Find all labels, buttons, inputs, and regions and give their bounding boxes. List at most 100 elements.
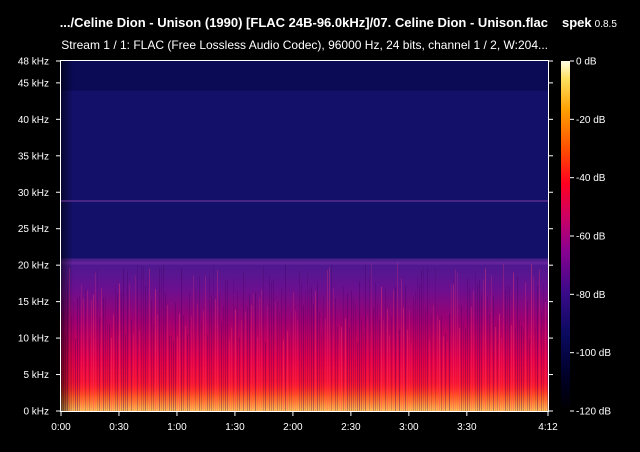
spectral-streak (383, 319, 384, 411)
spectral-streak (137, 263, 138, 411)
spectral-streak (287, 331, 288, 411)
spectral-streak (147, 275, 148, 411)
spectral-streak (157, 314, 158, 411)
spectral-streak (325, 318, 326, 411)
spectral-streak (323, 296, 324, 411)
spectral-streak (299, 271, 300, 411)
colorbar: 0 dB -20 dB -40 dB -60 dB -80 dB -100 dB -120 … (561, 57, 611, 418)
spectral-streak (505, 289, 506, 411)
y-tick-label: 48 kHz (18, 57, 49, 68)
spectral-streak (327, 270, 328, 411)
spectral-streak (163, 263, 164, 411)
spectral-streak (421, 270, 422, 411)
colorbar-tick-label: -40 dB (576, 173, 606, 184)
spectral-streak (239, 337, 240, 411)
spectral-streak (481, 294, 482, 411)
spectral-streak (393, 289, 394, 411)
spectral-streak (109, 324, 110, 411)
spectral-streak (179, 313, 180, 411)
y-tick-label: 45 kHz (18, 78, 49, 89)
spectral-streak (303, 304, 304, 411)
spectral-streak (369, 276, 370, 411)
spectral-streak (461, 305, 462, 411)
x-tick-label: 2:00 (283, 422, 303, 433)
spectral-streak (295, 310, 296, 411)
spectral-streak (367, 315, 368, 411)
spectral-streak (537, 285, 538, 411)
spectral-streak (489, 314, 490, 411)
spectral-streak (487, 295, 488, 411)
y-tick-label: 10 kHz (18, 334, 49, 345)
spectral-streak (349, 326, 350, 411)
spectral-streak (507, 285, 508, 411)
spectral-streak (145, 285, 146, 411)
spectral-streak (329, 267, 330, 411)
y-tick-label: 0 kHz (23, 407, 49, 418)
spectral-streak (395, 287, 396, 411)
spectral-streak (197, 303, 198, 411)
spectral-streak (457, 272, 458, 411)
spectral-streak (285, 261, 286, 411)
colorbar-gradient (561, 61, 570, 411)
spectral-streak (305, 290, 306, 411)
spectral-streak (81, 284, 82, 411)
spectral-streak (483, 279, 484, 411)
spectral-streak (153, 323, 154, 411)
spectral-streak (331, 261, 332, 411)
spectral-streak (497, 321, 498, 411)
spectral-streak (297, 319, 298, 411)
spectral-streak (201, 322, 202, 411)
spectral-streak (397, 261, 398, 411)
spectral-streak (207, 335, 208, 411)
spectral-streak (475, 271, 476, 411)
spectral-streak (453, 284, 454, 411)
spectral-streak (277, 301, 278, 411)
spectral-streak (359, 281, 360, 411)
spectral-streak (119, 283, 120, 411)
spectrogram-chart: 0 kHz 5 kHz 10 kHz 15 kHz 20 kHz 25 kHz 30 kHz… (18, 57, 611, 434)
spectral-streak (95, 272, 96, 411)
spectral-streak (243, 272, 244, 411)
spectral-streak (209, 274, 210, 411)
spectral-streak (267, 305, 268, 411)
spectral-streak (467, 278, 468, 411)
spectral-streak (177, 336, 178, 411)
spectral-streak (255, 292, 256, 411)
spectral-streak (439, 320, 440, 411)
spectral-streak (247, 307, 248, 411)
spectral-streak (159, 267, 160, 411)
spectral-streak (425, 309, 426, 411)
spectral-streak (377, 302, 378, 411)
spectral-streak (171, 336, 172, 411)
spectral-streak (101, 288, 102, 411)
spectral-streak (203, 310, 204, 411)
y-tick-label: 25 kHz (18, 224, 49, 235)
spectral-streak (479, 280, 480, 411)
spectral-streak (231, 327, 232, 411)
spectral-streak (279, 312, 280, 411)
spectral-streak (99, 317, 100, 411)
spectral-streak (185, 325, 186, 411)
spectral-streak (151, 300, 152, 411)
spectral-streak (293, 291, 294, 411)
spectral-streak (291, 312, 292, 411)
spectral-streak (125, 333, 126, 411)
spectral-streak (433, 305, 434, 411)
spectral-streak (111, 337, 112, 411)
spectral-streak (235, 309, 236, 411)
spectral-streak (141, 265, 142, 411)
spectral-streak (335, 297, 336, 411)
spectral-streak (311, 287, 312, 411)
y-tick-label: 20 kHz (18, 261, 49, 272)
x-tick-label: 4:12 (538, 422, 558, 433)
spectral-streak (527, 301, 528, 411)
spectral-streak (121, 291, 122, 411)
spectral-streak (355, 304, 356, 411)
spectral-streak (173, 341, 174, 411)
spectral-streak (219, 293, 220, 411)
spectral-streak (339, 324, 340, 411)
spectral-streak (107, 322, 108, 411)
spectral-streak (477, 283, 478, 411)
spectral-streak (79, 295, 80, 411)
spectral-streak (547, 317, 548, 411)
